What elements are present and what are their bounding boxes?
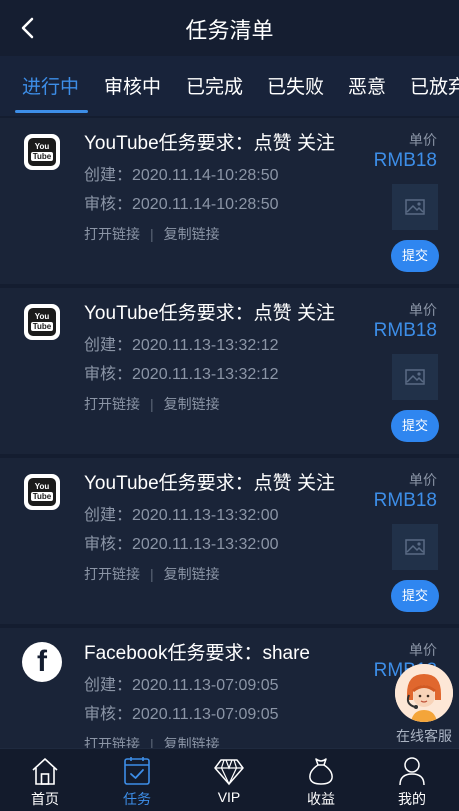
task-card: You Tube YouTube任务要求：点赞 关注 创建：2020.11.14-… bbox=[0, 118, 459, 284]
nav-label: 收益 bbox=[307, 791, 335, 807]
facebook-logo-icon: f bbox=[22, 642, 62, 682]
youtube-logo-icon: You Tube bbox=[24, 304, 60, 340]
divider: | bbox=[150, 396, 154, 412]
task-card: f Facebook任务要求：share 创建：2020.11.13-07:09… bbox=[0, 628, 459, 748]
customer-service-button[interactable]: 在线客服 bbox=[393, 664, 455, 746]
created-time: 创建：2020.11.13-07:09:05 bbox=[84, 677, 279, 694]
youtube-logo-text: You bbox=[34, 482, 50, 491]
task-card: You Tube YouTube任务要求：点赞 关注 创建：2020.11.13-… bbox=[0, 458, 459, 624]
nav-earnings[interactable]: 收益 bbox=[286, 755, 356, 809]
submit-button[interactable]: 提交 bbox=[391, 410, 439, 442]
tab-under-review[interactable]: 审核中 bbox=[104, 72, 161, 99]
task-title: Facebook任务要求：share bbox=[84, 643, 310, 664]
tab-abandoned[interactable]: 已放弃 bbox=[410, 72, 459, 99]
image-placeholder-icon bbox=[405, 539, 425, 555]
copy-link-button[interactable]: 复制链接 bbox=[164, 226, 220, 242]
tab-malicious[interactable]: 恶意 bbox=[348, 72, 386, 99]
youtube-logo-icon: You Tube bbox=[24, 474, 60, 510]
created-time: 创建：2020.11.13-13:32:12 bbox=[84, 337, 279, 354]
nav-label: 首页 bbox=[31, 791, 59, 807]
active-tab-indicator bbox=[15, 110, 88, 113]
screenshot-upload[interactable] bbox=[392, 184, 438, 230]
youtube-logo-text: Tube bbox=[30, 152, 54, 161]
task-title: YouTube任务要求：点赞 关注 bbox=[84, 133, 335, 154]
price-value: RMB18 bbox=[373, 150, 437, 171]
copy-link-button[interactable]: 复制链接 bbox=[164, 736, 220, 748]
top-bar: 任务清单 bbox=[0, 0, 459, 56]
task-icon bbox=[124, 757, 150, 785]
copy-link-button[interactable]: 复制链接 bbox=[164, 566, 220, 582]
tab-in-progress[interactable]: 进行中 bbox=[22, 72, 79, 99]
nav-vip[interactable]: VIP bbox=[194, 755, 264, 805]
customer-service-label: 在线客服 bbox=[396, 728, 452, 744]
reviewed-time: 审核：2020.11.13-13:32:12 bbox=[84, 366, 279, 383]
link-actions: 打开链接 | 复制链接 bbox=[84, 224, 220, 244]
youtube-logo-text: You bbox=[34, 142, 50, 151]
money-bag-icon bbox=[309, 758, 333, 785]
tab-failed[interactable]: 已失败 bbox=[267, 72, 324, 99]
price-label: 单价 bbox=[409, 472, 437, 488]
reviewed-time: 审核：2020.11.13-07:09:05 bbox=[84, 706, 279, 723]
image-placeholder-icon bbox=[405, 369, 425, 385]
screenshot-upload[interactable] bbox=[392, 354, 438, 400]
open-link-button[interactable]: 打开链接 bbox=[84, 736, 140, 748]
price-value: RMB18 bbox=[373, 490, 437, 511]
nav-home[interactable]: 首页 bbox=[10, 755, 80, 809]
image-placeholder-icon bbox=[405, 199, 425, 215]
divider: | bbox=[150, 736, 154, 748]
youtube-logo-text: Tube bbox=[30, 322, 54, 331]
task-title: YouTube任务要求：点赞 关注 bbox=[84, 303, 335, 324]
nav-task[interactable]: 任务 bbox=[102, 755, 172, 809]
copy-link-button[interactable]: 复制链接 bbox=[164, 396, 220, 412]
nav-label: 我的 bbox=[398, 791, 426, 807]
status-tabs: 进行中 审核中 已完成 已失败 恶意 已放弃 bbox=[0, 56, 459, 116]
price-label: 单价 bbox=[409, 642, 437, 658]
reviewed-time: 审核：2020.11.13-13:32:00 bbox=[84, 536, 279, 553]
divider: | bbox=[150, 226, 154, 242]
youtube-logo-icon: You Tube bbox=[24, 134, 60, 170]
task-card: You Tube YouTube任务要求：点赞 关注 创建：2020.11.13-… bbox=[0, 288, 459, 454]
open-link-button[interactable]: 打开链接 bbox=[84, 396, 140, 412]
task-list[interactable]: You Tube YouTube任务要求：点赞 关注 创建：2020.11.14-… bbox=[0, 116, 459, 748]
price-value: RMB18 bbox=[373, 320, 437, 341]
facebook-logo-text: f bbox=[37, 645, 47, 678]
price-label: 单价 bbox=[409, 302, 437, 318]
nav-label: VIP bbox=[217, 789, 241, 805]
nav-label: 任务 bbox=[123, 791, 151, 807]
divider: | bbox=[150, 566, 154, 582]
open-link-button[interactable]: 打开链接 bbox=[84, 226, 140, 242]
bottom-nav: 首页 任务 VIP 收益 我的 bbox=[0, 748, 459, 811]
link-actions: 打开链接 | 复制链接 bbox=[84, 734, 220, 748]
home-icon bbox=[32, 758, 58, 785]
link-actions: 打开链接 | 复制链接 bbox=[84, 394, 220, 414]
user-icon bbox=[399, 757, 425, 786]
customer-service-avatar-icon bbox=[395, 664, 453, 722]
link-actions: 打开链接 | 复制链接 bbox=[84, 564, 220, 584]
submit-button[interactable]: 提交 bbox=[391, 240, 439, 272]
reviewed-time: 审核：2020.11.14-10:28:50 bbox=[84, 196, 279, 213]
page-title: 任务清单 bbox=[185, 18, 274, 43]
task-title: YouTube任务要求：点赞 关注 bbox=[84, 473, 335, 494]
youtube-logo-text: You bbox=[34, 312, 50, 321]
screenshot-upload[interactable] bbox=[392, 524, 438, 570]
created-time: 创建：2020.11.13-13:32:00 bbox=[84, 507, 279, 524]
youtube-logo-text: Tube bbox=[30, 492, 54, 501]
diamond-icon bbox=[214, 759, 244, 786]
tab-completed[interactable]: 已完成 bbox=[186, 72, 243, 99]
created-time: 创建：2020.11.14-10:28:50 bbox=[84, 167, 279, 184]
price-label: 单价 bbox=[409, 132, 437, 148]
submit-button[interactable]: 提交 bbox=[391, 580, 439, 612]
nav-profile[interactable]: 我的 bbox=[377, 755, 447, 809]
open-link-button[interactable]: 打开链接 bbox=[84, 566, 140, 582]
